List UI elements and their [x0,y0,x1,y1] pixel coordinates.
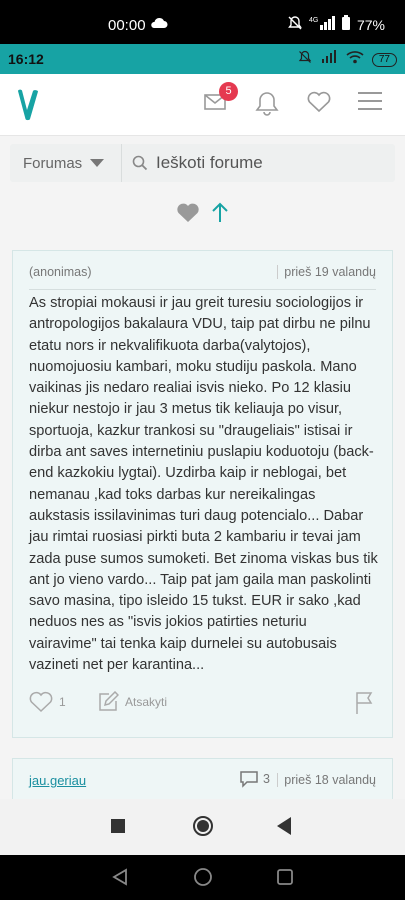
post-time: prieš 19 valandų [277,265,376,279]
search-icon [132,155,148,171]
outer-navigation-bar [0,855,405,900]
post-body: As stropiai mokausi ir jau greit turesiu… [29,295,378,674]
inner-battery: 77 [371,52,397,67]
search-input[interactable]: Ieškoti forume [132,144,263,182]
outer-battery-percent: 77% [356,16,385,33]
post-divider [29,289,376,290]
favorites-heart-icon[interactable] [306,90,332,119]
flag-icon[interactable] [354,691,374,720]
search-placeholder: Ieškoti forume [156,153,263,172]
edit-icon [99,691,119,711]
svg-text:4G: 4G [309,17,318,24]
bell-icon[interactable] [255,90,279,121]
app-content: 5 Forumas Ieškoti forume (anonimas) prie… [0,74,405,799]
post-time: prieš 18 valandų [277,773,376,787]
cloud-icon [150,16,168,34]
inner-system-nav [0,799,405,855]
category-select[interactable]: Forumas [10,144,122,182]
comment-count-value: 3 [263,772,270,786]
back-outline-icon[interactable] [112,868,128,891]
like-button[interactable]: 1 [29,691,66,713]
wifi-icon [346,50,364,69]
outer-clock: 00:00 [108,17,146,34]
home-circle-icon[interactable] [192,815,214,842]
post-card: jau.geriau 3 prieš 18 valandų [12,758,393,799]
back-triangle-icon[interactable] [277,817,291,840]
post-meta: (anonimas) prieš 19 valandų [29,265,376,285]
recents-outline-icon[interactable] [276,868,294,891]
comment-icon [240,771,258,788]
app-header: 5 [0,74,405,136]
comment-count[interactable]: 3 [239,770,270,788]
cell-signal-icon [320,50,338,69]
mute-icon [287,15,303,34]
home-outline-icon[interactable] [193,867,213,892]
bell-off-icon [298,50,312,69]
category-label: Forumas [23,154,83,172]
like-count: 1 [59,695,66,709]
battery-icon [341,15,351,34]
thread-like-heart-icon[interactable] [176,202,200,229]
arrow-up-icon[interactable] [210,202,230,229]
recents-square-icon[interactable] [111,819,125,838]
notification-badge: 5 [219,82,238,101]
signal-icon: 4G [309,15,335,34]
post-author-link[interactable]: jau.geriau [29,773,86,788]
heart-outline-icon [29,691,53,713]
reply-button[interactable]: Atsakyti [97,691,167,713]
post-meta: jau.geriau 3 prieš 18 valandų [29,770,376,793]
site-logo-icon[interactable] [16,88,40,127]
forum-search-bar: Forumas Ieškoti forume [10,144,395,182]
reply-label: Atsakyti [125,695,168,709]
chevron-down-icon [90,159,105,167]
menu-icon[interactable] [358,90,382,117]
thread-top-actions [176,202,230,229]
inner-status-bar: 16:12 77 [0,44,405,74]
post-actions: 1 Atsakyti [29,691,376,715]
inner-clock: 16:12 [8,51,44,67]
outer-status-bar: 00:00 4G 77% [0,0,405,44]
post-author: (anonimas) [29,265,92,279]
post-card: (anonimas) prieš 19 valandų As stropiai … [12,250,393,738]
